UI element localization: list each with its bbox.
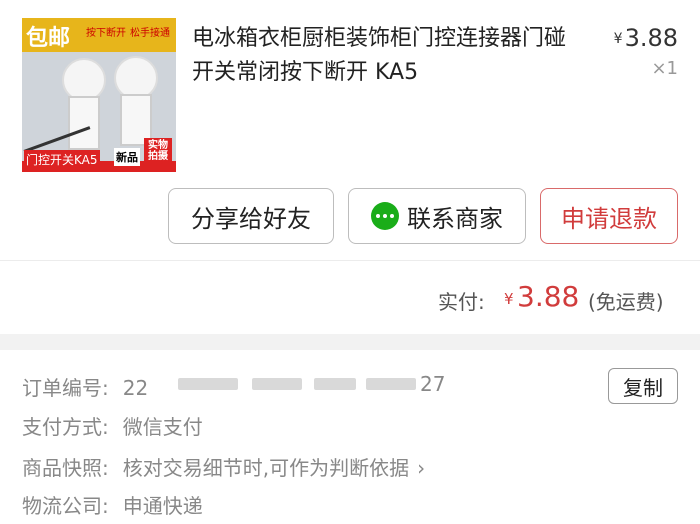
share-button-label: 分享给好友 [191, 204, 311, 233]
chevron-right-icon: › [417, 456, 426, 480]
contact-seller-label: 联系商家 [407, 204, 503, 233]
currency-symbol: ¥ [613, 31, 623, 47]
divider [0, 260, 700, 261]
order-number-suffix: 27 [420, 372, 446, 396]
paid-currency-symbol: ¥ [504, 290, 514, 308]
order-number-row: 订单编号: 22 [22, 372, 148, 401]
redacted-order-number [314, 378, 356, 390]
product-caption: 门控开关KA5 [24, 150, 100, 169]
free-shipping-badge: 包邮 [26, 26, 71, 51]
logistics-row: 物流公司: 申通快递 [22, 490, 203, 519]
paid-label: 实付: [438, 290, 485, 314]
snapshot-label: 商品快照: [22, 456, 109, 480]
copy-button-label: 复制 [623, 375, 663, 400]
snapshot-row[interactable]: 商品快照: 核对交易细节时,可作为判断依据 › [22, 452, 425, 481]
share-button[interactable]: 分享给好友 [168, 188, 334, 244]
payment-method-label: 支付方式: [22, 415, 109, 439]
copy-button[interactable]: 复制 [608, 368, 678, 404]
redacted-order-number [178, 378, 238, 390]
refund-button-label: 申请退款 [561, 204, 657, 233]
order-item-card: 包邮 按下断开 松手接通 门控开关KA5 新品 实物拍摄 电冰箱衣柜厨柜装饰柜门… [0, 0, 700, 334]
press-off-tag: 按下断开 [86, 28, 126, 39]
switch-body-left [68, 96, 100, 150]
product-price: ¥3.88 [614, 24, 678, 52]
release-on-tag: 松手接通 [130, 28, 170, 39]
price-value: 3.88 [624, 24, 678, 52]
order-number-label: 订单编号: [22, 376, 109, 400]
paid-amount: 3.88 [517, 280, 580, 313]
redacted-order-number [252, 378, 302, 390]
real-photo-label: 实物拍摄 [144, 138, 172, 164]
payment-method-value: 微信支付 [122, 415, 203, 439]
payment-method-row: 支付方式: 微信支付 [22, 411, 203, 440]
product-quantity: ×1 [651, 58, 678, 79]
redacted-order-number [366, 378, 416, 390]
new-label: 新品 [114, 148, 140, 166]
logistics-value: 申通快递 [122, 494, 203, 518]
wechat-icon [371, 202, 399, 230]
refund-button[interactable]: 申请退款 [540, 188, 678, 244]
product-title[interactable]: 电冰箱衣柜厨柜装饰柜门控连接器门碰开关常闭按下断开 KA5 [192, 22, 577, 90]
order-number-prefix: 22 [122, 376, 149, 400]
product-thumbnail[interactable]: 包邮 按下断开 松手接通 门控开关KA5 新品 实物拍摄 [22, 18, 176, 172]
shipping-note: (免运费) [588, 290, 664, 314]
snapshot-value: 核对交易细节时,可作为判断依据 [122, 456, 410, 480]
contact-seller-button[interactable]: 联系商家 [348, 188, 526, 244]
logistics-label: 物流公司: [22, 494, 109, 518]
